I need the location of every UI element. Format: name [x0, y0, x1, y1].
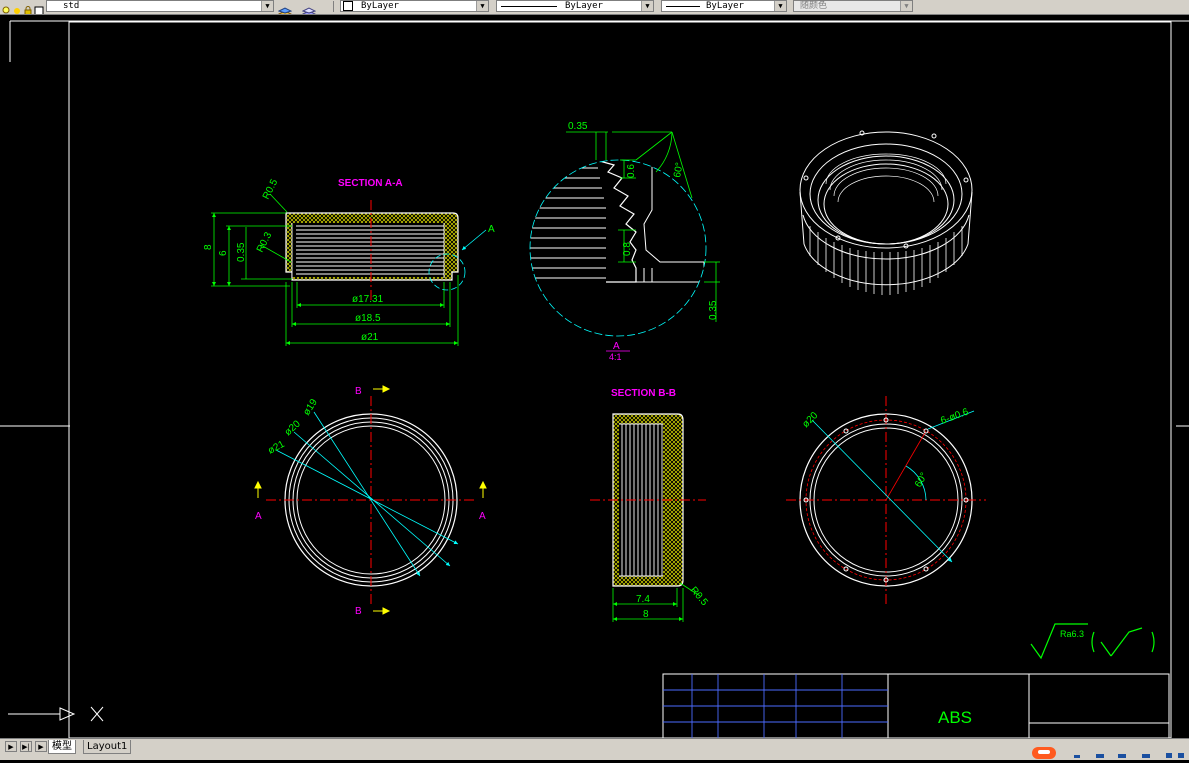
bb-dim-74: 7.4: [636, 594, 650, 605]
lineweight-control-dropdown[interactable]: ByLayer ▼: [661, 0, 787, 12]
detail-a-view: 0.35 0.6 60° 0.8 0.35 A 4:1: [529, 121, 720, 362]
material-label: ABS: [938, 708, 972, 727]
plotstyle-control-dropdown[interactable]: 随颜色 ▼: [793, 0, 913, 12]
chevron-down-icon: ▼: [900, 1, 912, 11]
sun-icon: [12, 1, 22, 14]
detail-dim-035-top: 0.35: [568, 121, 588, 132]
linetype-sample: [501, 6, 557, 7]
tray-status-icons[interactable]: [1074, 753, 1184, 758]
system-tray: [1030, 744, 1189, 759]
detail-label: A: [613, 341, 620, 352]
right-dim-phi20: ø20: [800, 410, 820, 430]
section-bb-view: SECTION B-B 7.4 8 R0.5: [590, 388, 710, 622]
layer-name: std: [63, 1, 80, 11]
color-control-dropdown[interactable]: ByLayer ▼: [340, 0, 489, 12]
bb-dim-8: 8: [643, 609, 649, 620]
section-aa-view: SECTION A-A R0.5 R0.3 8 6 0.35 ø17.31 ø1…: [203, 177, 495, 346]
section-b-top-label: B: [355, 386, 362, 397]
viewport-frame: [0, 20, 1189, 427]
dim-6: 6: [218, 250, 229, 256]
color-swatch-icon: [34, 1, 44, 14]
drawing-border: [68, 21, 1172, 738]
section-a-left-label: A: [255, 511, 262, 522]
properties-toolbar: std ▼ ByLayer ▼ ByLayer ▼ ByLayer ▼ 随颜色 …: [0, 0, 1189, 15]
detail-dim-08: 0.8: [622, 242, 633, 256]
front-circle-view: ø19 ø20 ø21 A A B B: [254, 385, 487, 617]
color-swatch-icon: [343, 1, 353, 11]
circle-dim-phi20: ø20: [283, 418, 303, 438]
chevron-down-icon: ▼: [774, 1, 786, 11]
dim-r05: R0.5: [261, 177, 281, 201]
chevron-down-icon: ▼: [261, 1, 273, 11]
section-b-bottom-label: B: [355, 606, 362, 617]
drawing-canvas[interactable]: SECTION A-A R0.5 R0.3 8 6 0.35 ø17.31 ø1…: [0, 14, 1189, 738]
make-current-layer-icon[interactable]: [277, 1, 293, 14]
chevron-down-icon: ▼: [476, 1, 488, 11]
ucs-icon: [8, 706, 104, 722]
chevron-down-icon: ▼: [641, 1, 653, 11]
bulb-icon: [1, 1, 11, 14]
dim-8: 8: [203, 244, 214, 250]
dim-phi21: ø21: [361, 332, 379, 343]
lock-icon: [23, 1, 33, 14]
linetype-value: ByLayer: [565, 1, 603, 11]
surface-finish-symbol: [1030, 623, 1155, 660]
title-block: [662, 673, 1170, 738]
detail-dim-035-right: 0.35: [708, 300, 719, 320]
detail-callout-label: A: [488, 224, 495, 235]
section-aa-title: SECTION A-A: [338, 178, 403, 189]
detail-scale: 4:1: [609, 352, 622, 362]
right-circle-view: ø20 6-ø0.6 60°: [786, 396, 986, 604]
layer-dropdown[interactable]: std ▼: [46, 0, 274, 12]
lineweight-sample: [666, 6, 700, 7]
next-tab-button[interactable]: ▶: [35, 741, 47, 752]
lineweight-value: ByLayer: [706, 1, 744, 11]
prev-tab-button[interactable]: ▶|: [20, 741, 32, 752]
plotstyle-value: 随颜色: [800, 1, 828, 11]
bb-dim-r05: R0.5: [688, 585, 710, 609]
toolbar-separator: [333, 1, 334, 12]
first-tab-button[interactable]: ▶: [5, 741, 17, 752]
right-dim-holes: 6-ø0.6: [939, 406, 970, 426]
linetype-control-dropdown[interactable]: ByLayer ▼: [496, 0, 654, 12]
dim-phi185: ø18.5: [355, 313, 381, 324]
dim-phi1731: ø17.31: [352, 294, 384, 305]
surface-roughness-value: Ra6.3: [1060, 629, 1084, 639]
layout-tab-bar: ▶ ▶| ▶ 模型 Layout1: [0, 738, 1189, 760]
isometric-view: [799, 130, 973, 295]
tab-model[interactable]: 模型: [48, 740, 76, 754]
dim-035: 0.35: [236, 242, 247, 262]
circle-dim-phi19: ø19: [301, 397, 320, 418]
sogou-ime-icon[interactable]: [1032, 747, 1056, 759]
section-a-right-label: A: [479, 511, 486, 522]
section-bb-title: SECTION B-B: [611, 388, 676, 399]
tab-layout1[interactable]: Layout1: [83, 740, 132, 754]
layer-previous-icon[interactable]: [301, 1, 317, 14]
detail-dim-60deg: 60°: [672, 162, 685, 179]
color-value: ByLayer: [361, 1, 399, 11]
detail-dim-06: 0.6: [626, 164, 637, 178]
